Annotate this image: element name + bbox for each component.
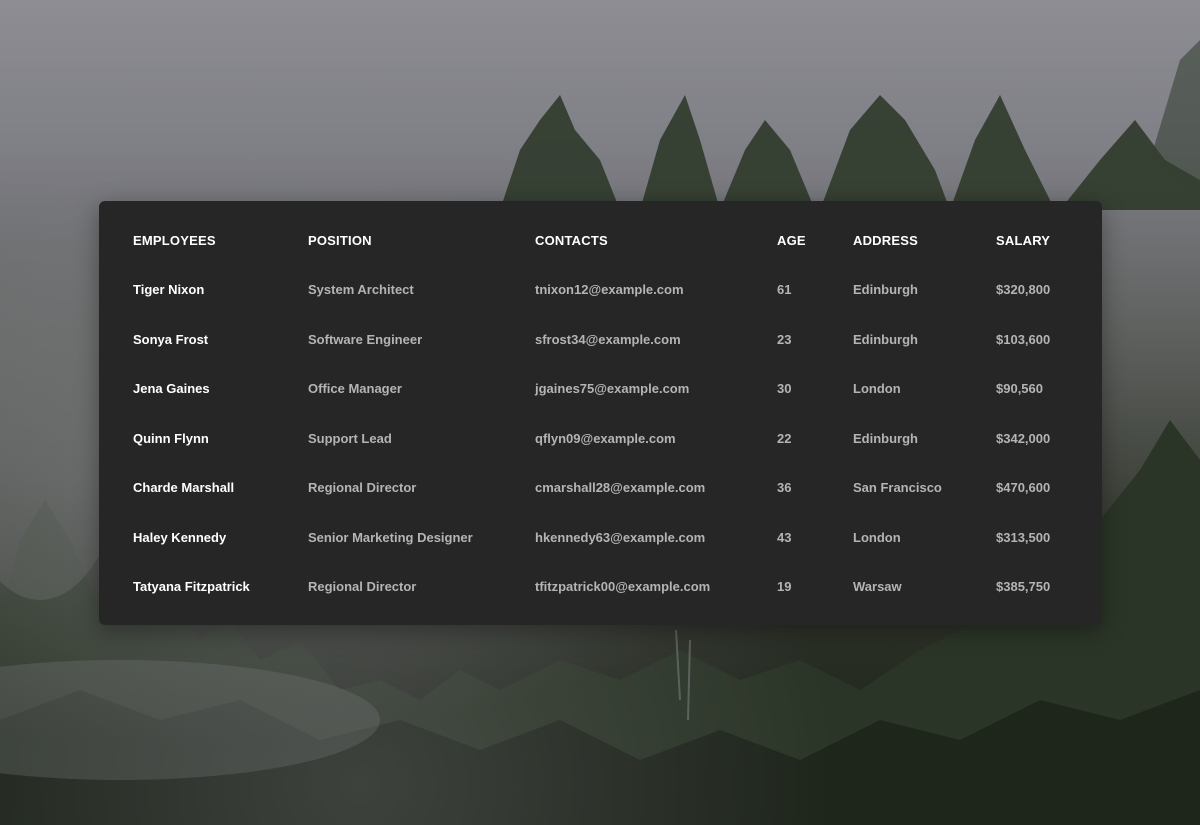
table-row: Quinn Flynn Support Lead qflyn09@example… — [133, 414, 1086, 464]
employee-position: Regional Director — [308, 480, 417, 496]
employee-name: Charde Marshall — [133, 480, 235, 496]
employee-contact: tnixon12@example.com — [535, 282, 684, 298]
employee-salary: $90,560 — [996, 381, 1043, 397]
employee-contact: cmarshall28@example.com — [535, 480, 706, 496]
column-header-employees: EMPLOYEES — [133, 232, 216, 248]
employee-age: 30 — [777, 381, 792, 397]
column-header-address: ADDRESS — [853, 232, 918, 248]
column-header-salary: SALARY — [996, 232, 1051, 248]
employee-name: Tatyana Fitzpatrick — [133, 579, 250, 595]
table-row: Sonya Frost Software Engineer sfrost34@e… — [133, 315, 1086, 365]
employee-address: San Francisco — [853, 480, 942, 496]
employee-salary: $385,750 — [996, 579, 1051, 595]
table-row: Charde Marshall Regional Director cmarsh… — [133, 463, 1086, 513]
column-header-age: AGE — [777, 232, 806, 248]
employee-salary: $342,000 — [996, 430, 1051, 446]
employee-address: Warsaw — [853, 579, 902, 595]
employee-table-card: EMPLOYEES POSITION CONTACTS AGE ADDRESS … — [99, 201, 1102, 625]
table-row: Haley Kennedy Senior Marketing Designer … — [133, 513, 1086, 563]
employee-name: Quinn Flynn — [133, 430, 209, 446]
employee-age: 43 — [777, 529, 792, 545]
employee-age: 23 — [777, 331, 792, 347]
employee-age: 22 — [777, 430, 792, 446]
employee-position: Office Manager — [308, 381, 402, 397]
employee-position: Senior Marketing Designer — [308, 529, 473, 545]
employee-address: London — [853, 529, 901, 545]
employee-name: Tiger Nixon — [133, 282, 205, 298]
employee-table: EMPLOYEES POSITION CONTACTS AGE ADDRESS … — [133, 215, 1086, 612]
employee-age: 19 — [777, 579, 792, 595]
table-row: Tiger Nixon System Architect tnixon12@ex… — [133, 265, 1086, 315]
employee-name: Sonya Frost — [133, 331, 209, 347]
table-header-row: EMPLOYEES POSITION CONTACTS AGE ADDRESS … — [133, 215, 1086, 265]
employee-address: London — [853, 381, 901, 397]
column-header-contacts: CONTACTS — [535, 232, 608, 248]
employee-salary: $470,600 — [996, 480, 1051, 496]
employee-name: Haley Kennedy — [133, 529, 227, 545]
employee-salary: $313,500 — [996, 529, 1051, 545]
table-row: Jena Gaines Office Manager jgaines75@exa… — [133, 364, 1086, 414]
employee-salary: $103,600 — [996, 331, 1051, 347]
table-row: Tatyana Fitzpatrick Regional Director tf… — [133, 562, 1086, 612]
employee-contact: jgaines75@example.com — [535, 381, 690, 397]
employee-position: System Architect — [308, 282, 414, 298]
employee-contact: sfrost34@example.com — [535, 331, 681, 347]
employee-contact: tfitzpatrick00@example.com — [535, 579, 711, 595]
employee-address: Edinburgh — [853, 430, 918, 446]
employee-salary: $320,800 — [996, 282, 1051, 298]
employee-age: 61 — [777, 282, 792, 298]
employee-age: 36 — [777, 480, 792, 496]
employee-position: Regional Director — [308, 579, 417, 595]
employee-name: Jena Gaines — [133, 381, 210, 397]
employee-address: Edinburgh — [853, 282, 918, 298]
employee-position: Support Lead — [308, 430, 392, 446]
employee-contact: hkennedy63@example.com — [535, 529, 706, 545]
employee-address: Edinburgh — [853, 331, 918, 347]
column-header-position: POSITION — [308, 232, 372, 248]
employee-contact: qflyn09@example.com — [535, 430, 676, 446]
employee-position: Software Engineer — [308, 331, 423, 347]
